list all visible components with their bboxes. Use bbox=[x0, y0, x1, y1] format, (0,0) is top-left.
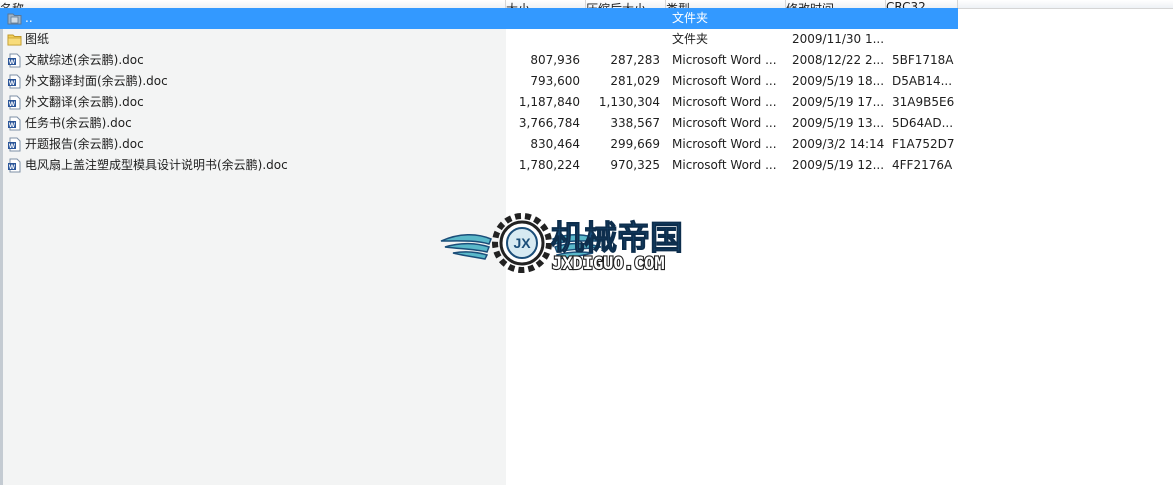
word-doc-icon: W bbox=[7, 74, 22, 89]
cell-name: 文献综述(余云鹏).doc bbox=[25, 53, 144, 67]
cell-name: 电风扇上盖注塑成型模具设计说明书(余云鹏).doc bbox=[25, 158, 288, 172]
svg-text:W: W bbox=[9, 59, 16, 66]
column-header-packed[interactable]: 压缩后大小 bbox=[586, 0, 666, 8]
cell-size: 1,780,224 bbox=[518, 158, 580, 172]
watermark-domain: JXDIGUO.COM bbox=[552, 254, 665, 274]
cell-size: 807,936 bbox=[530, 53, 580, 67]
cell-packed: 338,567 bbox=[610, 116, 660, 130]
column-header-name[interactable]: 名称 bbox=[0, 0, 506, 8]
svg-text:W: W bbox=[9, 164, 16, 171]
word-doc-icon: W bbox=[7, 95, 22, 110]
cell-packed: 281,029 bbox=[610, 74, 660, 88]
cell-packed: 970,325 bbox=[610, 158, 660, 172]
cell-size: 3,766,784 bbox=[518, 116, 580, 130]
cell-name: 外文翻译封面(余云鹏).doc bbox=[25, 74, 168, 88]
cell-crc: F1A752D7 bbox=[892, 137, 955, 151]
jxdiguo-watermark-logo: JX 机械帝国 JXDIGUO.COM bbox=[440, 213, 684, 275]
cell-type: 文件夹 bbox=[672, 11, 709, 25]
watermark-title: 机械帝国 bbox=[551, 218, 683, 257]
cell-crc: 4FF2176A bbox=[892, 158, 953, 172]
file-row[interactable]: W 文献综述(余云鹏).doc 807,936 287,283 Microsoft Wo… bbox=[0, 50, 958, 71]
cell-type: Microsoft Word ... bbox=[672, 53, 777, 67]
cell-packed: 299,669 bbox=[610, 137, 660, 151]
cell-type: Microsoft Word ... bbox=[672, 116, 777, 130]
file-row[interactable]: 图纸 文件夹 2009/11/30 1... bbox=[0, 29, 958, 50]
folder-up-icon bbox=[7, 11, 22, 26]
cell-type: Microsoft Word ... bbox=[672, 95, 777, 109]
cell-name: .. bbox=[25, 11, 33, 25]
cell-packed: 1,130,304 bbox=[598, 95, 660, 109]
cell-modified: 2009/5/19 18... bbox=[792, 74, 884, 88]
column-header-modified[interactable]: 修改时间 bbox=[786, 0, 886, 8]
word-doc-icon: W bbox=[7, 53, 22, 68]
cell-modified bbox=[792, 8, 884, 29]
cell-type: Microsoft Word ... bbox=[672, 74, 777, 88]
file-row[interactable]: W 电风扇上盖注塑成型模具设计说明书(余云鹏).doc 1,780,224 970,3… bbox=[0, 155, 958, 176]
cell-modified: 2009/11/30 1... bbox=[792, 32, 884, 46]
word-doc-icon: W bbox=[7, 158, 22, 173]
file-row[interactable]: .. 文件夹 bbox=[0, 8, 958, 29]
cell-name: 图纸 bbox=[25, 32, 50, 46]
word-doc-icon: W bbox=[7, 116, 22, 131]
cell-size: 830,464 bbox=[530, 137, 580, 151]
gear-icon: JX bbox=[492, 213, 552, 273]
cell-modified: 2009/5/19 17... bbox=[792, 95, 884, 109]
file-row[interactable]: W 任务书(余云鹏).doc 3,766,784 338,567 Microsoft W… bbox=[0, 113, 958, 134]
cell-size: 1,187,840 bbox=[518, 95, 580, 109]
cell-packed: 287,283 bbox=[610, 53, 660, 67]
cell-name: 任务书(余云鹏).doc bbox=[25, 116, 132, 130]
cell-crc: D5AB14... bbox=[892, 74, 953, 88]
cell-modified: 2009/5/19 13... bbox=[792, 116, 884, 130]
file-row[interactable]: W 外文翻译(余云鹏).doc 1,187,840 1,130,304 Microsof… bbox=[0, 92, 958, 113]
cell-name: 开题报告(余云鹏).doc bbox=[25, 137, 144, 151]
emblem-text: JX bbox=[513, 235, 531, 251]
cell-modified: 2009/5/19 12... bbox=[792, 158, 884, 172]
column-header-type[interactable]: 类型 bbox=[666, 0, 786, 8]
cell-packed bbox=[586, 29, 660, 50]
svg-text:W: W bbox=[9, 122, 16, 129]
folder-icon bbox=[7, 32, 22, 47]
cell-size bbox=[506, 8, 580, 29]
cell-crc bbox=[892, 29, 956, 50]
column-header-crc[interactable]: CRC32 bbox=[886, 0, 958, 8]
cell-packed bbox=[586, 8, 660, 29]
cell-size bbox=[506, 29, 580, 50]
file-row[interactable]: W 开题报告(余云鹏).doc 830,464 299,669 Microsoft Wo… bbox=[0, 134, 958, 155]
cell-type: 文件夹 bbox=[672, 32, 709, 46]
cell-crc: 5BF1718A bbox=[892, 53, 954, 67]
column-header-size[interactable]: 大小 bbox=[506, 0, 586, 8]
cell-modified: 2009/3/2 14:14 bbox=[792, 137, 884, 151]
svg-text:W: W bbox=[9, 143, 16, 150]
cell-crc bbox=[892, 8, 956, 29]
cell-size: 793,600 bbox=[530, 74, 580, 88]
svg-text:W: W bbox=[9, 101, 16, 108]
cell-crc: 5D64AD... bbox=[892, 116, 954, 130]
svg-text:W: W bbox=[9, 80, 16, 87]
cell-name: 外文翻译(余云鹏).doc bbox=[25, 95, 144, 109]
archive-file-list-window: 名称 大小 压缩后大小 类型 修改时间 CRC32 .. 文件夹 图纸 文件夹 2009… bbox=[0, 0, 1173, 485]
file-row[interactable]: W 外文翻译封面(余云鹏).doc 793,600 281,029 Microsoft … bbox=[0, 71, 958, 92]
word-doc-icon: W bbox=[7, 137, 22, 152]
cell-modified: 2008/12/22 2... bbox=[792, 53, 884, 67]
cell-crc: 31A9B5E6 bbox=[892, 95, 955, 109]
cell-type: Microsoft Word ... bbox=[672, 137, 777, 151]
cell-type: Microsoft Word ... bbox=[672, 158, 777, 172]
